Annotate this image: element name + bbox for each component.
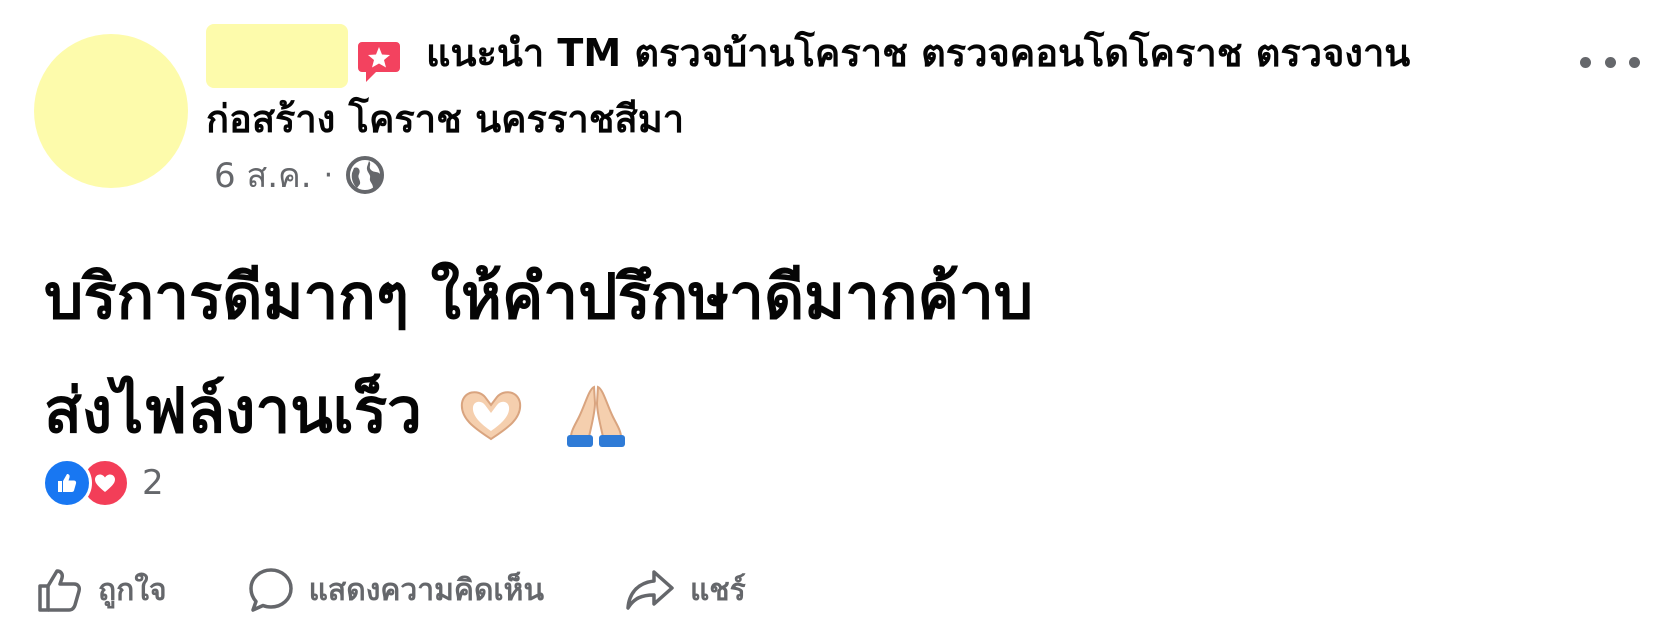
post-meta: 6 ส.ค. · — [214, 150, 385, 200]
post-content-line-2-text: ส่งไฟล์งานเร็ว — [44, 374, 422, 447]
comment-button[interactable]: แสดงความคิดเห็น — [247, 566, 544, 614]
folded-hands-emoji-icon — [567, 385, 626, 447]
heart-hands-emoji-icon — [460, 391, 521, 441]
post-content: บริการดีมากๆ ให้คำปรึกษาดีมากค้าบ ส่งไฟล… — [44, 240, 1444, 468]
more-options-icon[interactable] — [1580, 42, 1640, 82]
globe-icon[interactable] — [345, 155, 385, 195]
more-dot — [1629, 56, 1640, 68]
reactions-summary[interactable]: 2 — [42, 458, 164, 508]
comment-bubble-icon — [248, 568, 293, 612]
meta-separator: · — [323, 157, 334, 193]
post-content-line-1: บริการดีมากๆ ให้คำปรึกษาดีมากค้าบ — [44, 260, 1034, 333]
post-date[interactable]: 6 ส.ค. — [214, 148, 312, 202]
like-button-label: ถูกใจ — [98, 572, 167, 608]
more-dot — [1580, 56, 1591, 68]
action-bar: ถูกใจ แสดงความคิดเห็น แชร์ — [36, 562, 826, 618]
share-arrow-icon — [626, 570, 674, 610]
thumbs-up-icon — [38, 569, 81, 612]
comment-button-label: แสดงความคิดเห็น — [308, 572, 544, 608]
post-header-text: แนะนำ TM ตรวจบ้านโคราช ตรวจคอนโดโคราช ตร… — [206, 31, 1411, 141]
like-icon — [42, 458, 92, 508]
share-button[interactable]: แชร์ — [624, 566, 746, 614]
avatar[interactable] — [34, 34, 188, 188]
share-button-label: แชร์ — [689, 572, 746, 608]
reaction-count: 2 — [142, 463, 164, 503]
post-content-line-2: ส่งไฟล์งานเร็ว — [44, 354, 1444, 468]
more-dot — [1604, 56, 1616, 68]
like-button[interactable]: ถูกใจ — [36, 566, 167, 614]
